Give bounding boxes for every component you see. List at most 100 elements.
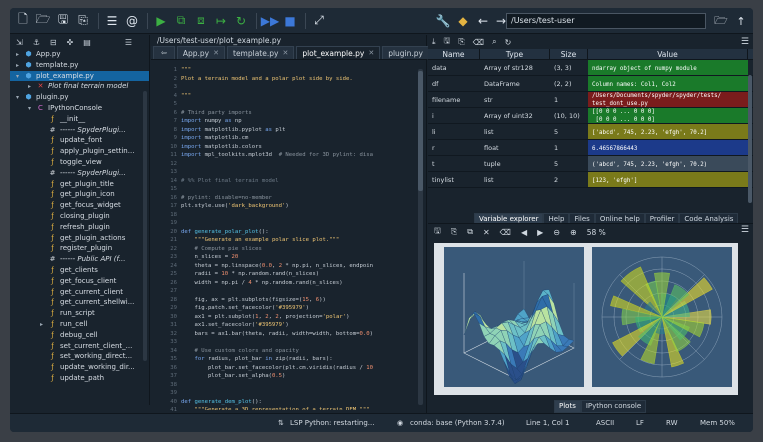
variable-row[interactable]: filename str 1/Users/Documents/spyder/spyd… — [428, 92, 753, 108]
at-icon[interactable]: @ — [123, 12, 141, 30]
outline-item[interactable]: ƒ update_working_dir... — [10, 362, 149, 373]
close-tab-icon[interactable]: ✕ — [282, 47, 288, 60]
go-to-cursor-icon[interactable]: ⇲ — [16, 38, 23, 47]
outline-item[interactable]: ▸ ✕ Plot final terrain model — [10, 81, 149, 92]
variable-row[interactable]: li list 5 ['abcd', 745, 2.23, 'efgh', 70.2] — [428, 124, 753, 140]
show-fullpath-icon[interactable]: ⚓ — [33, 38, 40, 47]
outline-item[interactable]: ƒ get_focus_widget — [10, 200, 149, 211]
zoom-in-icon[interactable]: ⊕ — [570, 228, 577, 237]
variable-value[interactable]: [123, 'efgh'] — [588, 172, 748, 187]
outline-menu-icon[interactable]: ☰ — [125, 38, 132, 47]
outline-item[interactable]: ƒ get_current_client — [10, 287, 149, 298]
outline-item[interactable]: ƒ run_script — [10, 308, 149, 319]
remove-all-plots-icon[interactable]: ⌫ — [500, 228, 511, 237]
outline-item[interactable]: ƒ apply_plugin_settin... — [10, 146, 149, 157]
run-cell-advance-icon[interactable]: ⧈ — [192, 12, 210, 30]
expand-all-icon[interactable]: ✜ — [67, 38, 74, 47]
new-file-icon[interactable]: 🗋 — [14, 12, 32, 30]
import-data-icon[interactable]: ⤓ — [432, 37, 436, 47]
code-area[interactable]: 1 2 3 4 5 6 7 8 9 10 11 12 13 14 15 16 17 18 19 20 21 22 23 24 2… — [151, 64, 427, 430]
outline-item[interactable]: ▸ ⬢ template.py — [10, 60, 149, 71]
variable-explorer-menu-icon[interactable]: ☰ — [741, 37, 749, 47]
outline-item[interactable]: ƒ debug_cell — [10, 330, 149, 341]
refresh-icon[interactable]: ↻ — [505, 38, 512, 47]
tab-app-py[interactable]: App.py ✕ — [176, 46, 225, 59]
copy-plot-icon[interactable]: ⧉ — [467, 227, 473, 237]
outline-item[interactable]: ƒ update_path — [10, 373, 149, 384]
save-all-plots-icon[interactable]: ⎘ — [451, 227, 457, 237]
back-arrow-icon[interactable]: ← — [474, 12, 492, 30]
editor-scrollbar-thumb[interactable] — [418, 71, 423, 191]
variable-value[interactable]: Column names: Col1, Col2 — [588, 76, 748, 91]
save-all-icon[interactable]: ⎘ — [74, 12, 92, 30]
outline-item[interactable]: ƒ set_working_direct... — [10, 351, 149, 362]
outline-item[interactable]: ƒ refresh_plugin — [10, 222, 149, 233]
variable-value[interactable]: /Users/Documents/spyder/spyder/tests/ te… — [588, 92, 748, 107]
editor-scrollbar[interactable] — [418, 69, 423, 405]
browse-folder-icon[interactable]: 🗁 — [712, 12, 730, 30]
open-folder-icon[interactable]: 🗁 — [34, 12, 52, 30]
variable-value[interactable]: ['abcd', 745, 2.23, 'efgh', 70.2] — [588, 124, 748, 139]
search-icon[interactable]: ⌕ — [492, 37, 496, 47]
outline-scrollbar[interactable] — [143, 91, 147, 361]
outline-item[interactable]: ƒ get_plugin_icon — [10, 189, 149, 200]
outline-item[interactable]: ▾ ⬢ plot_example.py — [10, 70, 149, 82]
outline-item[interactable]: ƒ get_plugin_title — [10, 179, 149, 190]
close-tab-icon[interactable]: ✕ — [368, 47, 374, 60]
stop-icon[interactable]: ■ — [281, 12, 299, 30]
variable-row[interactable]: i Array of uint32 (10, 10) [[0 0 0 ... 0 0 … — [428, 108, 753, 124]
variable-explorer-scrollbar[interactable] — [748, 75, 752, 203]
tab-plots[interactable]: Plots — [554, 400, 581, 413]
outline-item[interactable]: ƒ toggle_view — [10, 157, 149, 168]
outline-item[interactable]: ƒ register_plugin — [10, 243, 149, 254]
save-icon[interactable]: 🖫 — [54, 12, 72, 30]
collapse-all-icon[interactable]: ⊟ — [50, 38, 57, 47]
save-data-as-icon[interactable]: ⎘ — [458, 37, 464, 47]
save-plot-icon[interactable]: 🖫 — [434, 225, 441, 239]
next-plot-icon[interactable]: ▶ — [537, 228, 543, 237]
run-icon[interactable]: ▶ — [152, 12, 170, 30]
outline-item[interactable]: # ------ Public API (f... — [10, 254, 149, 265]
python-path-icon[interactable]: ◆ — [454, 12, 472, 30]
remove-plot-icon[interactable]: ✕ — [483, 228, 490, 237]
preferences-icon[interactable]: 🔧 — [434, 12, 452, 30]
working-directory-input[interactable]: /Users/test-user — [506, 13, 706, 29]
outline-item[interactable]: ƒ get_focus_client — [10, 276, 149, 287]
variable-value[interactable]: [[0 0 0 ... 0 0 0] [0 0 0 ... 0 0 0] — [588, 108, 748, 123]
tab-ipython-console[interactable]: IPython console — [580, 400, 647, 413]
plot-figure[interactable] — [434, 243, 738, 395]
code-text[interactable]: """ Plot a terrain model and a polar plot… — [181, 64, 419, 410]
tab-template-py[interactable]: template.py ✕ — [227, 46, 295, 60]
run-cell-icon[interactable]: ⧉ — [172, 12, 190, 30]
run-selection-icon[interactable]: ↦ — [212, 12, 230, 30]
variable-row[interactable]: r float 1 6.46567866443 — [428, 140, 753, 156]
outline-item[interactable]: ▸ ƒ run_cell — [10, 319, 149, 330]
outline-item[interactable]: # ------ SpyderPlugi... — [10, 168, 149, 179]
outline-item[interactable]: ▸ ⬢ App.py — [10, 49, 149, 60]
outline-item[interactable]: ƒ closing_plugin — [10, 211, 149, 222]
outline-item[interactable]: ▾ C IPythonConsole — [10, 103, 149, 114]
variable-value[interactable]: ('abcd', 745, 2.23, 'efgh', 70.2) — [588, 156, 748, 171]
variable-value[interactable]: ndarray object of numpy module — [588, 60, 748, 75]
sort-icon[interactable]: ▤ — [83, 38, 91, 47]
outline-item[interactable]: ƒ set_current_client_... — [10, 341, 149, 352]
outline-item[interactable]: ƒ get_current_shellwi... — [10, 297, 149, 308]
parent-dir-icon[interactable]: ↑ — [732, 12, 750, 30]
tab-browse-icon[interactable]: ⇦ — [153, 46, 175, 59]
outline-item[interactable]: ƒ update_font — [10, 135, 149, 146]
remove-all-icon[interactable]: ⌫ — [473, 38, 484, 47]
debug-icon[interactable]: ▶▶ — [261, 12, 279, 30]
outline-item[interactable]: ▾ ⬢ plugin.py — [10, 92, 149, 103]
rerun-icon[interactable]: ↻ — [232, 12, 250, 30]
column-header-value[interactable]: Value — [588, 49, 748, 59]
variable-row[interactable]: data Array of str128 (3, 3) ndarray object … — [428, 60, 753, 76]
outline-item[interactable]: ƒ get_plugin_actions — [10, 233, 149, 244]
previous-plot-icon[interactable]: ◀ — [521, 228, 527, 237]
column-header-name[interactable]: Name — [428, 49, 480, 59]
variable-value[interactable]: 6.46567866443 — [588, 140, 748, 155]
outline-item[interactable]: ƒ __init__ — [10, 114, 149, 125]
zoom-out-icon[interactable]: ⊖ — [553, 228, 560, 237]
column-header-size[interactable]: Size — [550, 49, 588, 59]
column-header-type[interactable]: Type — [480, 49, 550, 59]
tab-plot_example-py[interactable]: plot_example.py ✕ — [296, 46, 381, 60]
